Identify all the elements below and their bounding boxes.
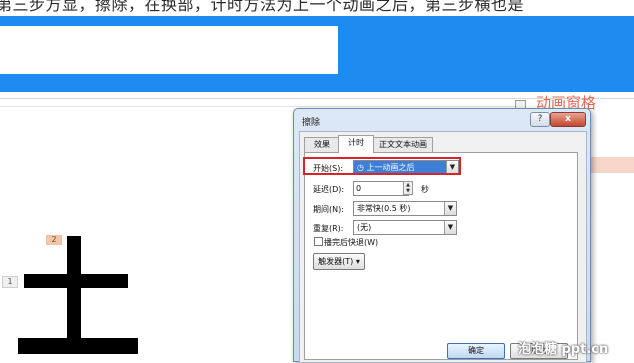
tu-vertical-stroke xyxy=(67,236,81,348)
slide-divider-secondary xyxy=(0,106,520,107)
duration-dropdown[interactable]: 非常快(0.5 秒) ▼ xyxy=(353,201,457,216)
help-button[interactable]: ? xyxy=(530,112,550,127)
tu-bottom-stroke xyxy=(18,338,138,354)
tab-text-animation[interactable]: 正文文本动画 xyxy=(373,137,433,152)
dialog-title: 擦除 xyxy=(302,118,321,128)
tab-effect[interactable]: 效果 xyxy=(304,137,340,152)
watermark-text: 泡泡糖 ppt.cn xyxy=(518,342,609,357)
animation-order-tag[interactable]: 1 xyxy=(2,276,18,288)
repeat-dropdown[interactable]: (无) ▼ xyxy=(353,220,457,235)
tu-middle-stroke xyxy=(24,274,128,288)
repeat-value: (无) xyxy=(357,223,372,232)
rewind-checkbox[interactable] xyxy=(314,237,323,246)
highlight-box xyxy=(303,157,461,175)
delay-unit: 秒 xyxy=(421,185,429,194)
delay-label: 延迟(D): xyxy=(313,185,345,194)
chevron-down-icon[interactable]: ▼ xyxy=(444,202,456,215)
duration-label: 期间(N): xyxy=(313,205,344,214)
article-text-line: 第三步方显，擦除，在换部，计时方法为上一个动画之后，第三步横也是 xyxy=(0,0,525,14)
repeat-label: 重复(R): xyxy=(313,224,344,233)
duration-value: 非常快(0.5 秒) xyxy=(357,204,411,213)
delay-input[interactable]: 0 xyxy=(353,181,409,196)
delay-spinner[interactable]: ▲ ▼ xyxy=(403,181,413,195)
chevron-down-icon[interactable]: ▼ xyxy=(444,221,456,234)
ok-button[interactable]: 确定 xyxy=(447,343,505,359)
rewind-label[interactable]: 播完后快退(W) xyxy=(324,237,378,248)
close-button[interactable]: x xyxy=(550,112,586,127)
white-text-box xyxy=(0,26,338,74)
trigger-button[interactable]: 触发器(T) ▾ xyxy=(313,253,365,270)
wipe-effect-dialog: 擦除 ? x 效果 计时 正文文本动画 xyxy=(293,108,591,363)
slide-character-tu[interactable] xyxy=(18,228,138,358)
tab-timing[interactable]: 计时 xyxy=(338,135,374,153)
